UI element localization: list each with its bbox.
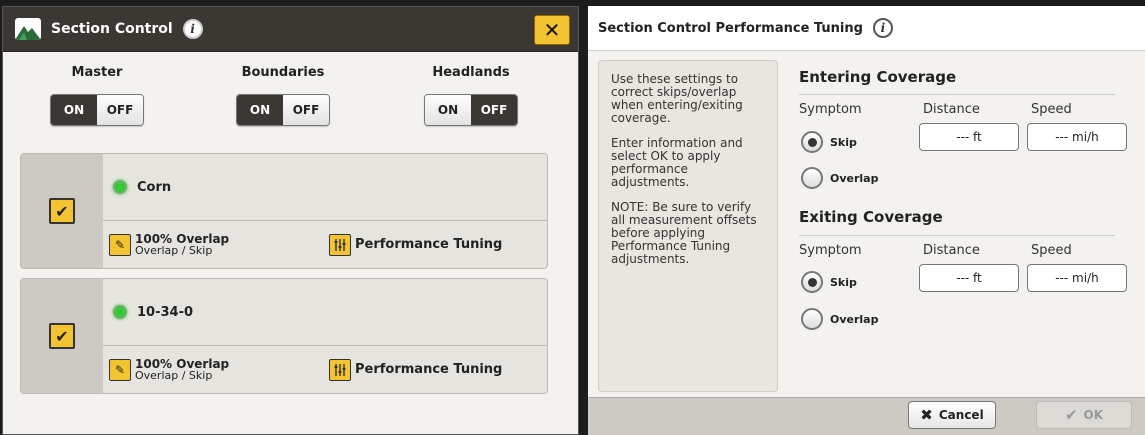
field-app-icon [15, 18, 41, 40]
checkmark-icon: ✔ [55, 326, 69, 346]
headlands-toggle-group: Headlands ON OFF [421, 65, 521, 126]
skip-label: Skip [830, 275, 857, 289]
info-icon[interactable]: i [182, 19, 203, 39]
help-paragraph: Enter information and select OK to apply… [611, 136, 743, 189]
help-paragraph: NOTE: Be sure to verify all measurement … [611, 200, 757, 266]
headlands-label: Headlands [432, 65, 510, 80]
product-checkbox-area[interactable]: ✔ [21, 279, 103, 393]
product-name-row: Corn [103, 154, 547, 221]
sliders-icon [329, 358, 351, 381]
performance-tuning-label: Performance Tuning [355, 362, 503, 377]
status-led-icon [113, 305, 127, 319]
performance-tuning-button[interactable]: Performance Tuning [329, 358, 503, 381]
distance-label: Distance [923, 102, 980, 117]
overlap-mode: Overlap / Skip [135, 243, 213, 257]
close-button[interactable]: ✕ [534, 15, 570, 45]
entering-coverage-heading: Entering Coverage [799, 68, 957, 86]
master-toggle[interactable]: ON OFF [50, 94, 144, 126]
help-paragraph: Use these settings to correct skips/over… [611, 72, 743, 125]
headlands-on[interactable]: ON [425, 95, 471, 125]
entering-distance-field[interactable]: --- ft [919, 123, 1019, 151]
boundaries-label: Boundaries [241, 65, 325, 80]
symptom-label: Symptom [799, 243, 862, 258]
ok-label: OK [1083, 408, 1104, 422]
dialog-footer: ✖ Cancel ✔ OK [588, 397, 1145, 435]
checkmark-icon: ✔ [55, 201, 69, 221]
section-control-titlebar: Section Control i ✕ [3, 7, 578, 52]
entering-speed-field[interactable]: --- mi/h [1027, 123, 1127, 151]
overlap-setting-button[interactable]: ✎ 100% Overlap Overlap / Skip [109, 358, 329, 382]
product-name: 10-34-0 [137, 304, 194, 320]
exiting-speed-field[interactable]: --- mi/h [1027, 264, 1127, 292]
cancel-button[interactable]: ✖ Cancel [908, 401, 996, 429]
exiting-overlap-radio[interactable]: Overlap [801, 308, 878, 330]
product-card: ✔ 10-34-0 ✎ 100% Overlap Overlap / Skip … [20, 278, 548, 394]
product-checkbox[interactable]: ✔ [49, 198, 75, 224]
overlap-label: Overlap [830, 171, 879, 185]
overlap-setting-button[interactable]: ✎ 100% Overlap Overlap / Skip [109, 233, 329, 257]
product-name-row: 10-34-0 [103, 279, 547, 346]
checkmark-icon: ✔ [1064, 406, 1078, 424]
performance-tuning-panel: Section Control Performance Tuning i Use… [588, 6, 1145, 435]
info-icon[interactable]: i [872, 18, 893, 38]
product-options-row: ✎ 100% Overlap Overlap / Skip Performanc… [103, 221, 547, 268]
master-on[interactable]: ON [51, 95, 97, 125]
exiting-skip-radio[interactable]: Skip [801, 271, 857, 293]
pencil-icon: ✎ [109, 233, 131, 256]
close-icon: ✕ [543, 18, 561, 42]
boundaries-on[interactable]: ON [237, 95, 283, 125]
symptom-label: Symptom [799, 102, 862, 117]
divider [799, 235, 1115, 236]
divider [799, 94, 1115, 95]
page-title: Section Control [51, 21, 173, 37]
radio-unselected-icon[interactable] [801, 308, 823, 330]
radio-selected-icon[interactable] [801, 271, 823, 293]
entering-overlap-radio[interactable]: Overlap [801, 167, 878, 189]
product-card: ✔ Corn ✎ 100% Overlap Overlap / Skip Per… [20, 153, 548, 269]
help-text-box: Use these settings to correct skips/over… [598, 60, 778, 392]
speed-label: Speed [1031, 243, 1072, 258]
product-name: Corn [137, 179, 172, 195]
distance-label: Distance [923, 243, 980, 258]
product-checkbox-area[interactable]: ✔ [21, 154, 103, 268]
master-label: Master [71, 65, 123, 80]
product-options-row: ✎ 100% Overlap Overlap / Skip Performanc… [103, 346, 547, 393]
exiting-coverage-heading: Exiting Coverage [799, 208, 943, 226]
tuning-title: Section Control Performance Tuning [598, 20, 863, 36]
section-control-panel: Section Control i ✕ Master ON OFF Bounda… [2, 6, 579, 435]
sliders-icon [329, 233, 351, 256]
overlap-value: 100% Overlap [135, 231, 230, 246]
skip-label: Skip [830, 135, 857, 149]
tuning-titlebar: Section Control Performance Tuning i [588, 6, 1145, 51]
overlap-label: Overlap [830, 312, 879, 326]
boundaries-toggle-group: Boundaries ON OFF [233, 65, 333, 126]
overlap-value: 100% Overlap [135, 356, 230, 371]
boundaries-off[interactable]: OFF [283, 95, 329, 125]
performance-tuning-button[interactable]: Performance Tuning [329, 233, 503, 256]
ok-button[interactable]: ✔ OK [1036, 401, 1132, 429]
status-led-icon [113, 180, 127, 194]
exiting-distance-field[interactable]: --- ft [919, 264, 1019, 292]
overlap-mode: Overlap / Skip [135, 368, 213, 382]
headlands-off[interactable]: OFF [471, 95, 517, 125]
boundaries-toggle[interactable]: ON OFF [236, 94, 330, 126]
pencil-icon: ✎ [109, 358, 131, 381]
performance-tuning-label: Performance Tuning [355, 237, 503, 252]
master-toggle-group: Master ON OFF [47, 65, 147, 126]
product-checkbox[interactable]: ✔ [49, 323, 75, 349]
cancel-label: Cancel [938, 408, 984, 422]
speed-label: Speed [1031, 102, 1072, 117]
master-off[interactable]: OFF [97, 95, 143, 125]
entering-skip-radio[interactable]: Skip [801, 131, 857, 153]
radio-selected-icon[interactable] [801, 131, 823, 153]
radio-unselected-icon[interactable] [801, 167, 823, 189]
headlands-toggle[interactable]: ON OFF [424, 94, 518, 126]
close-icon: ✖ [920, 406, 933, 424]
